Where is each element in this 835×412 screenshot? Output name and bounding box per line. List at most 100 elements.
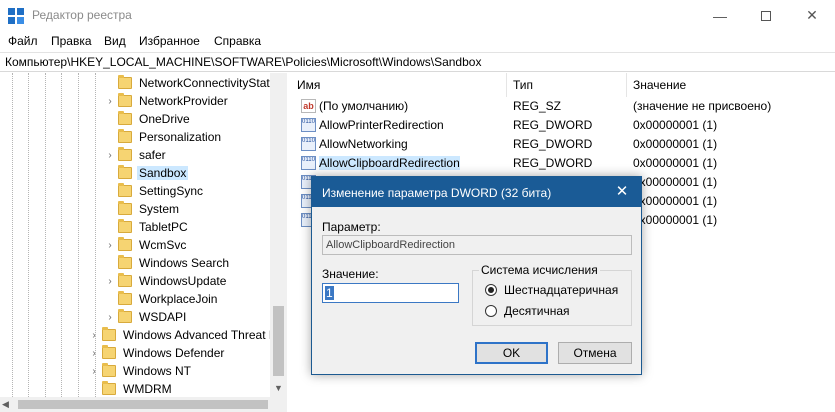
base-group-title: Система исчисления (479, 263, 600, 277)
folder-icon (118, 219, 132, 233)
close-icon: ✕ (806, 7, 818, 23)
cell: 0x00000001 (1) (633, 154, 717, 173)
tree-item[interactable]: › WindowsUpdate (104, 272, 228, 290)
folder-icon (118, 129, 132, 143)
tree-item-label: WcmSvc (139, 238, 187, 252)
folder-icon (102, 381, 116, 395)
chevron-right-icon[interactable]: › (104, 312, 116, 323)
cell-type: REG_SZ (513, 99, 562, 113)
cancel-button[interactable]: Отмена (558, 342, 632, 364)
folder-icon (118, 201, 132, 215)
folder-icon (118, 255, 132, 269)
tree-item[interactable]: OneDrive (104, 110, 192, 128)
cell: REG_DWORD (513, 116, 592, 135)
value-data-input[interactable]: 1 (322, 283, 459, 303)
value-label: Значение: (322, 267, 379, 281)
maximize-button[interactable] (743, 0, 789, 31)
tree-item[interactable]: NetworkConnectivityStat (104, 74, 272, 92)
folder-icon (118, 273, 132, 287)
ok-button[interactable]: OK (475, 342, 548, 364)
tree-horizontal-scrollbar[interactable]: ◀ (0, 397, 287, 412)
cell: 0x00000001 (1) (633, 192, 717, 211)
table-row[interactable]: ab (По умолчанию) REG_SZ (значение не присв… (291, 97, 835, 116)
tree-item[interactable]: › safer (104, 146, 168, 164)
chevron-right-icon[interactable]: › (104, 96, 116, 107)
menu-bar: Файл Правка Вид Избранное Справка (0, 31, 835, 51)
cell: 0x00000001 (1) (633, 173, 717, 192)
menu-help[interactable]: Справка (214, 34, 261, 48)
cell: AllowClipboardRedirection (319, 154, 460, 173)
cell-name: (По умолчанию) (319, 99, 409, 113)
column-header-value[interactable]: Значение (627, 73, 835, 97)
tree-item-label: TabletPC (139, 220, 188, 234)
folder-icon (118, 237, 132, 251)
dialog-title: Изменение параметра DWORD (32 бита) (322, 186, 552, 200)
tree-item[interactable]: › Windows Advanced Threat P (88, 326, 279, 344)
close-icon: ✕ (615, 183, 629, 200)
table-row[interactable]: 0110 AllowPrinterRedirection REG_DWORD 0x00… (291, 116, 835, 135)
tree-item-label: safer (139, 148, 166, 162)
tree-item-label: Windows Search (139, 256, 230, 270)
menu-favorites[interactable]: Избранное (139, 34, 200, 48)
scrollbar-thumb[interactable] (18, 400, 268, 409)
cell-name: AllowNetworking (319, 137, 408, 151)
cell: AllowNetworking (319, 135, 408, 154)
tree-vertical-scrollbar[interactable]: ▼ (270, 73, 287, 397)
folder-icon (118, 93, 132, 107)
column-header-type[interactable]: Тип (507, 73, 627, 97)
radio-decimal[interactable] (485, 305, 497, 317)
radio-hex-label[interactable]: Шестнадцатеричная (504, 283, 618, 297)
chevron-right-icon[interactable]: › (88, 366, 100, 377)
maximize-icon (761, 10, 771, 21)
minimize-button[interactable]: — (697, 0, 743, 31)
tree-item[interactable]: WorkplaceJoin (104, 290, 219, 308)
menu-file[interactable]: Файл (8, 34, 38, 48)
tree-item[interactable]: WMDRM (88, 380, 174, 397)
param-label: Параметр: (322, 220, 381, 234)
cell-name: AllowClipboardRedirection (319, 156, 460, 170)
chevron-right-icon[interactable]: › (104, 240, 116, 251)
column-header-name[interactable]: Имя (291, 73, 507, 97)
tree-item-label: OneDrive (139, 112, 190, 126)
tree-guide-line (61, 73, 62, 397)
tree-item[interactable]: › WcmSvc (104, 236, 188, 254)
tree-item[interactable]: › NetworkProvider (104, 92, 230, 110)
tree-item-label: WindowsUpdate (139, 274, 227, 288)
chevron-right-icon[interactable]: › (88, 330, 100, 341)
tree-item-label: System (139, 202, 180, 216)
chevron-right-icon[interactable]: › (88, 348, 100, 359)
scroll-left-arrow-icon[interactable]: ◀ (2, 397, 9, 412)
tree-item[interactable]: Sandbox (104, 164, 189, 182)
tree-item-label: WorkplaceJoin (139, 292, 218, 306)
cell-type: REG_DWORD (513, 137, 593, 151)
cell-value: 0x00000001 (1) (633, 137, 718, 151)
dialog-close-button[interactable]: ✕ (608, 180, 636, 204)
string-value-icon: ab (301, 99, 316, 113)
table-row[interactable]: 0110 AllowNetworking REG_DWORD 0x00000001 (… (291, 135, 835, 154)
tree-item[interactable]: › Windows Defender (88, 344, 226, 362)
tree-item[interactable]: › Windows NT (88, 362, 193, 380)
cell-value: 0x00000001 (1) (633, 213, 718, 227)
chevron-right-icon[interactable]: › (104, 276, 116, 287)
address-bar[interactable]: Компьютер\HKEY_LOCAL_MACHINE\SOFTWARE\Po… (0, 52, 835, 72)
radio-hex[interactable] (485, 284, 497, 296)
cell-type: REG_DWORD (513, 156, 593, 170)
chevron-right-icon[interactable]: › (104, 150, 116, 161)
tree-item[interactable]: SettingSync (104, 182, 205, 200)
dword-value-icon: 0110 (301, 156, 316, 170)
menu-view[interactable]: Вид (104, 34, 126, 48)
table-row[interactable]: 0110 AllowClipboardRedirection REG_DWORD 0x… (291, 154, 835, 173)
tree-item[interactable]: System (104, 200, 181, 218)
tree-item[interactable]: TabletPC (104, 218, 190, 236)
tree-item[interactable]: Personalization (104, 128, 223, 146)
scroll-down-arrow-icon[interactable]: ▼ (270, 380, 287, 397)
cell: (По умолчанию) (319, 97, 408, 116)
dialog-title-bar: Изменение параметра DWORD (32 бита) ✕ (312, 177, 641, 207)
scrollbar-thumb[interactable] (273, 306, 284, 376)
edit-dword-dialog: Изменение параметра DWORD (32 бита) ✕ Па… (311, 176, 642, 375)
close-button[interactable]: ✕ (789, 0, 835, 31)
tree-item[interactable]: › WSDAPI (104, 308, 188, 326)
tree-item[interactable]: Windows Search (104, 254, 231, 272)
menu-edit[interactable]: Правка (51, 34, 92, 48)
radio-decimal-label[interactable]: Десятичная (504, 304, 570, 318)
